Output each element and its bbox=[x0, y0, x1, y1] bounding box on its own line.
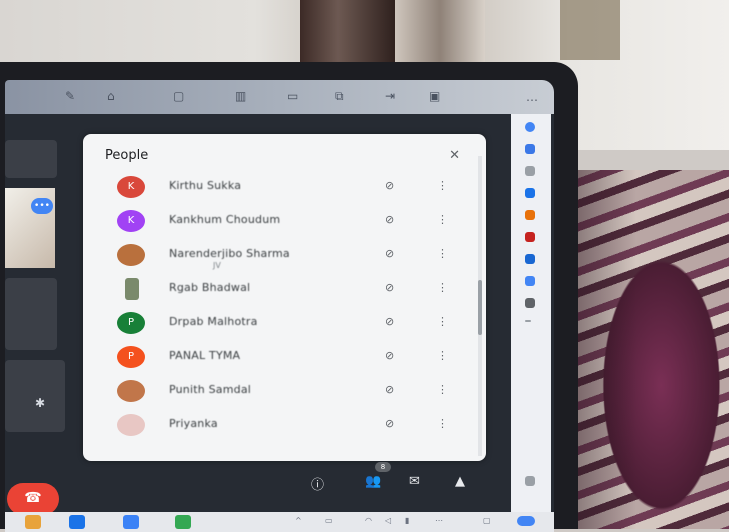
avatar bbox=[117, 244, 145, 266]
mic-icon: ✱ bbox=[35, 396, 46, 410]
clock-icon[interactable]: ⋯ bbox=[435, 516, 443, 525]
video-icon[interactable]: ▭ bbox=[287, 89, 298, 103]
avatar: K bbox=[117, 210, 145, 232]
avatar bbox=[125, 278, 139, 300]
participant-row[interactable]: Narenderjibo Sharma JV ⊘ ⋮ bbox=[117, 244, 448, 270]
search-icon[interactable] bbox=[525, 144, 535, 154]
settings-icon[interactable] bbox=[525, 298, 535, 308]
more-vert-icon[interactable]: ⋮ bbox=[437, 213, 448, 226]
office-icon[interactable] bbox=[525, 232, 535, 242]
participant-name: PANAL TYMA bbox=[169, 349, 241, 362]
pen-icon[interactable]: ✎ bbox=[65, 89, 75, 103]
close-icon[interactable]: ✕ bbox=[449, 148, 460, 163]
outlook-icon[interactable] bbox=[525, 254, 535, 264]
browser-toolbar: ✎ ⌂ ▢ ▥ ▭ ⧉ ⇥ ▣ … bbox=[5, 80, 554, 114]
taskbar: ^ ▭ ◠ ◁ ▮ ⋯ ▢ bbox=[5, 512, 554, 532]
participant-name: Narenderjibo Sharma bbox=[169, 247, 290, 260]
wifi-icon[interactable]: ◠ bbox=[365, 516, 372, 525]
chat-icon[interactable]: ✉ bbox=[409, 474, 420, 489]
people-panel: People ✕ K Kirthu Sukka ⊘ ⋮ K Kankhum Ch… bbox=[83, 134, 486, 461]
more-vert-icon[interactable]: ⋮ bbox=[437, 349, 448, 362]
participant-subtext: JV bbox=[213, 261, 221, 270]
participant-row[interactable]: Rgab Bhadwal ⊘ ⋮ bbox=[117, 278, 448, 304]
mic-off-icon[interactable]: ⊘ bbox=[385, 247, 394, 260]
tab-icon[interactable]: ▢ bbox=[173, 89, 184, 103]
avatar: K bbox=[117, 176, 145, 198]
participant-row[interactable]: P PANAL TYMA ⊘ ⋮ bbox=[117, 346, 448, 372]
more-vert-icon[interactable]: ⋮ bbox=[437, 417, 448, 430]
shopping-icon[interactable] bbox=[525, 188, 535, 198]
tools-icon[interactable] bbox=[525, 166, 535, 176]
activities-icon[interactable]: ▲ bbox=[455, 474, 465, 489]
notification-icon[interactable]: ▢ bbox=[483, 516, 491, 525]
info-icon[interactable]: ⓘ bbox=[311, 474, 324, 493]
video-tile bbox=[5, 140, 57, 178]
video-tile bbox=[5, 278, 57, 350]
mic-off-icon[interactable]: ⊘ bbox=[385, 213, 394, 226]
people-count-badge: 8 bbox=[375, 462, 391, 472]
end-call-button[interactable]: ☎ bbox=[7, 483, 59, 515]
participant-row[interactable]: K Kirthu Sukka ⊘ ⋮ bbox=[117, 176, 448, 202]
mic-off-icon[interactable]: ⊘ bbox=[385, 179, 394, 192]
participant-row[interactable]: P Drpab Malhotra ⊘ ⋮ bbox=[117, 312, 448, 338]
more-vert-icon[interactable]: ⋮ bbox=[437, 281, 448, 294]
mic-off-icon[interactable]: ⊘ bbox=[385, 281, 394, 294]
copilot-icon[interactable] bbox=[525, 122, 535, 132]
copy-icon[interactable]: ⧉ bbox=[335, 89, 344, 104]
drop-icon[interactable] bbox=[525, 276, 535, 286]
copilot-taskbar-icon[interactable] bbox=[517, 516, 535, 526]
more-vert-icon[interactable]: ⋮ bbox=[437, 315, 448, 328]
home-icon[interactable]: ⌂ bbox=[107, 89, 115, 103]
carpet-shadow bbox=[560, 170, 729, 529]
games-icon[interactable] bbox=[525, 210, 535, 220]
tray-language-icon[interactable]: ▭ bbox=[325, 516, 333, 525]
extension-icon[interactable]: ▣ bbox=[429, 89, 440, 103]
browser-menu-icon[interactable]: … bbox=[526, 90, 538, 104]
avatar: P bbox=[117, 346, 145, 368]
layout-icon[interactable] bbox=[525, 476, 535, 486]
participant-name: Drpab Malhotra bbox=[169, 315, 258, 328]
avatar bbox=[117, 414, 145, 436]
shelf bbox=[560, 0, 620, 60]
reader-icon[interactable]: ▥ bbox=[235, 89, 246, 103]
browser-icon[interactable] bbox=[69, 515, 85, 529]
participant-row[interactable]: Priyanka ⊘ ⋮ bbox=[117, 414, 448, 440]
folder-icon[interactable] bbox=[25, 515, 41, 529]
mic-off-icon[interactable]: ⊘ bbox=[385, 417, 394, 430]
more-vert-icon[interactable]: ⋮ bbox=[437, 247, 448, 260]
avatar bbox=[117, 380, 145, 402]
store-icon[interactable] bbox=[123, 515, 139, 529]
mic-off-icon[interactable]: ⊘ bbox=[385, 383, 394, 396]
chrome-icon[interactable] bbox=[175, 515, 191, 529]
laptop: ✎ ⌂ ▢ ▥ ▭ ⧉ ⇥ ▣ … ••• ✱ ☎ People ✕ K Kir… bbox=[0, 62, 578, 532]
participant-name: Kirthu Sukka bbox=[169, 179, 242, 192]
avatar: P bbox=[117, 312, 145, 334]
speaker-icon[interactable]: ◁ bbox=[385, 516, 391, 525]
participant-row[interactable]: Punith Samdal ⊘ ⋮ bbox=[117, 380, 448, 406]
more-vert-icon[interactable]: ⋮ bbox=[437, 383, 448, 396]
add-icon[interactable] bbox=[525, 320, 531, 322]
tray-chevron-icon[interactable]: ^ bbox=[295, 516, 302, 525]
panel-title: People bbox=[105, 148, 149, 163]
share-icon[interactable]: ⇥ bbox=[385, 89, 395, 103]
laptop-screen: ✎ ⌂ ▢ ▥ ▭ ⧉ ⇥ ▣ … ••• ✱ ☎ People ✕ K Kir… bbox=[5, 80, 554, 532]
audio-indicator-icon: ••• bbox=[31, 198, 53, 214]
participant-name: Priyanka bbox=[169, 417, 218, 430]
participant-name: Rgab Bhadwal bbox=[169, 281, 251, 294]
mic-off-icon[interactable]: ⊘ bbox=[385, 315, 394, 328]
participant-name: Kankhum Choudum bbox=[169, 213, 281, 226]
scrollbar-thumb[interactable] bbox=[478, 280, 482, 335]
battery-icon[interactable]: ▮ bbox=[405, 516, 409, 525]
more-vert-icon[interactable]: ⋮ bbox=[437, 179, 448, 192]
participant-name: Punith Samdal bbox=[169, 383, 252, 396]
mic-off-icon[interactable]: ⊘ bbox=[385, 349, 394, 362]
browser-sidebar bbox=[511, 114, 551, 514]
participant-row[interactable]: K Kankhum Choudum ⊘ ⋮ bbox=[117, 210, 448, 236]
people-icon[interactable]: 👥 bbox=[365, 474, 381, 489]
